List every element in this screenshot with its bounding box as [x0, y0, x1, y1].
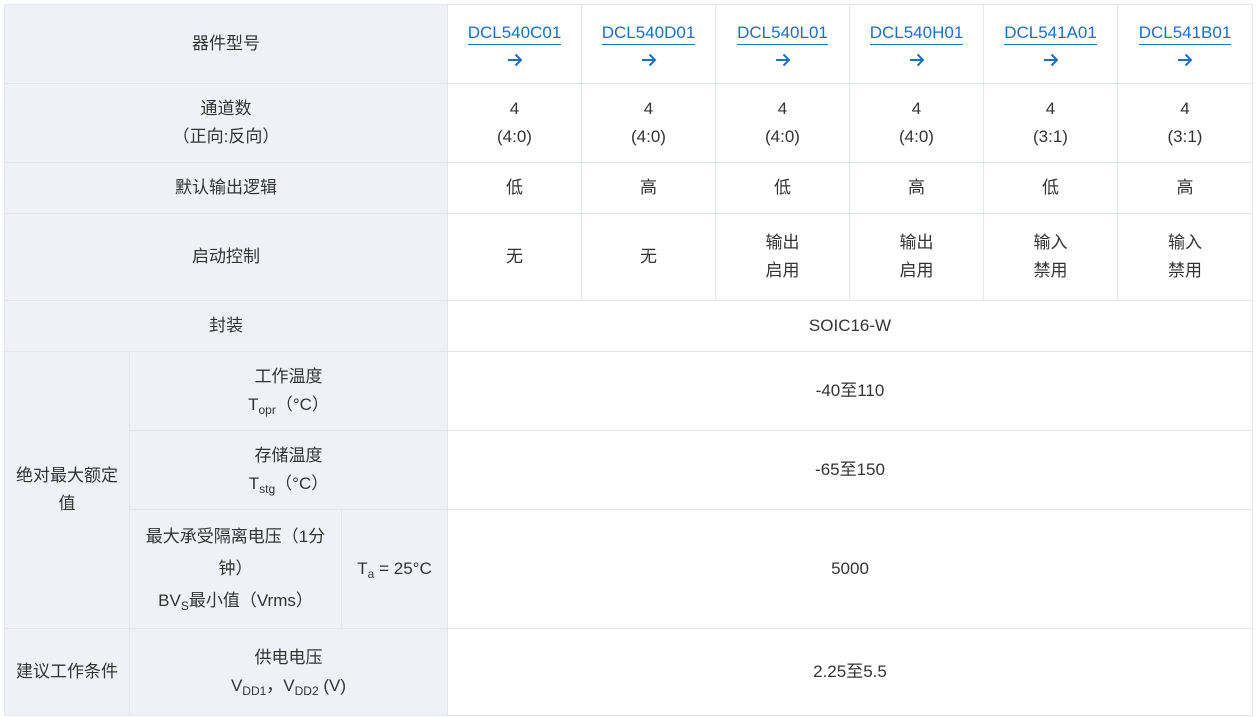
- isolation-condition: Ta = 25°C: [341, 509, 448, 629]
- enable-header: 启动控制: [4, 213, 448, 301]
- arrow-right-icon[interactable]: [506, 51, 524, 69]
- supply-voltage-header: 供电电压 VDD1，VDD2 (V): [129, 628, 448, 716]
- enable-cell: 无: [447, 213, 582, 301]
- part-cell[interactable]: DCL540D01: [581, 4, 716, 84]
- isolation-row: 最大承受隔离电压（1分 钟） BVS最小值（Vrms） Ta = 25°C 50…: [5, 509, 1253, 629]
- part-link[interactable]: DCL540H01: [869, 22, 964, 45]
- stg-temp-value: -65至150: [447, 430, 1253, 510]
- channels-cell: 4 (3:1): [1117, 83, 1253, 163]
- stg-temp-row: 存储温度 Tstg（°C） -65至150: [5, 430, 1253, 510]
- channels-row: 通道数 （正向:反向） 4 (4:0) 4 (4:0) 4 (4:0) 4 (4:0) …: [4, 83, 1253, 163]
- part-cell[interactable]: DCL540H01: [849, 4, 984, 84]
- part-cell[interactable]: DCL540L01: [715, 4, 850, 84]
- channels-cell: 4 (3:1): [983, 83, 1118, 163]
- stg-temp-header: 存储温度 Tstg（°C）: [129, 430, 448, 510]
- spec-table: 器件型号 DCL540C01 DCL540D01 DCL540L01 DCL54…: [4, 4, 1253, 716]
- channels-label: 通道数: [200, 99, 252, 118]
- part-link[interactable]: DCL540L01: [737, 22, 828, 45]
- package-header: 封装: [4, 300, 448, 352]
- channels-header: 通道数 （正向:反向）: [4, 83, 448, 163]
- part-cell[interactable]: DCL541A01: [983, 4, 1118, 84]
- supply-voltage-value: 2.25至5.5: [447, 628, 1253, 716]
- enable-row: 启动控制 无 无 输出 启用 输出 启用 输入 禁用 输入 禁用: [4, 213, 1253, 301]
- enable-cell: 输出 启用: [715, 213, 850, 301]
- enable-cell: 输出 启用: [849, 213, 984, 301]
- part-number-header: 器件型号: [4, 4, 448, 84]
- part-link[interactable]: DCL540C01: [467, 22, 562, 45]
- part-number-row: 器件型号 DCL540C01 DCL540D01 DCL540L01 DCL54…: [4, 4, 1253, 84]
- part-link[interactable]: DCL541A01: [1004, 22, 1097, 45]
- opr-temp-value: -40至110: [447, 351, 1253, 431]
- arrow-right-icon[interactable]: [908, 51, 926, 69]
- channels-cell: 4 (4:0): [849, 83, 984, 163]
- default-output-cell: 低: [715, 162, 850, 214]
- abs-max-header: 绝对最大额定值: [4, 351, 130, 629]
- opr-temp-row: 绝对最大额定值 工作温度 Topr（°C） -40至110: [4, 351, 1253, 629]
- supply-voltage-row: 建议工作条件 供电电压 VDD1，VDD2 (V) 2.25至5.5: [4, 628, 1253, 716]
- arrow-right-icon[interactable]: [640, 51, 658, 69]
- default-output-header: 默认输出逻辑: [4, 162, 448, 214]
- default-output-cell: 低: [983, 162, 1118, 214]
- enable-cell: 无: [581, 213, 716, 301]
- part-link[interactable]: DCL540D01: [601, 22, 696, 45]
- arrow-right-icon[interactable]: [774, 51, 792, 69]
- opr-temp-header: 工作温度 Topr（°C）: [129, 351, 448, 431]
- default-output-cell: 低: [447, 162, 582, 214]
- enable-cell: 输入 禁用: [1117, 213, 1253, 301]
- arrow-right-icon[interactable]: [1176, 51, 1194, 69]
- arrow-right-icon[interactable]: [1042, 51, 1060, 69]
- isolation-header: 最大承受隔离电压（1分 钟） BVS最小值（Vrms）: [129, 509, 342, 629]
- default-output-cell: 高: [1117, 162, 1253, 214]
- default-output-row: 默认输出逻辑 低 高 低 高 低 高: [4, 162, 1253, 214]
- part-link[interactable]: DCL541B01: [1138, 22, 1232, 45]
- package-row: 封装 SOIC16-W: [4, 300, 1253, 352]
- part-cell[interactable]: DCL540C01: [447, 4, 582, 84]
- enable-cell: 输入 禁用: [983, 213, 1118, 301]
- recommended-header: 建议工作条件: [4, 628, 130, 716]
- channels-sublabel: （正向:反向）: [172, 127, 280, 146]
- channels-cell: 4 (4:0): [581, 83, 716, 163]
- default-output-cell: 高: [849, 162, 984, 214]
- channels-cell: 4 (4:0): [447, 83, 582, 163]
- channels-cell: 4 (4:0): [715, 83, 850, 163]
- package-value: SOIC16-W: [447, 300, 1253, 352]
- isolation-value: 5000: [447, 509, 1253, 629]
- default-output-cell: 高: [581, 162, 716, 214]
- part-cell[interactable]: DCL541B01: [1117, 4, 1253, 84]
